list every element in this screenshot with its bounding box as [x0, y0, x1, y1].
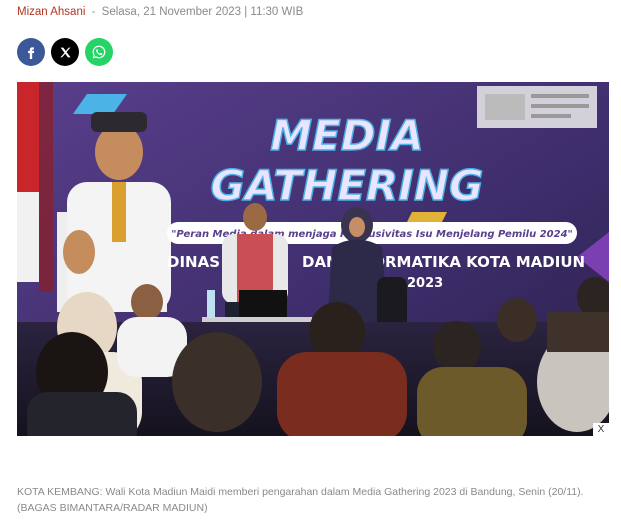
- banner-date: 2023: [407, 276, 443, 291]
- x-icon: [59, 47, 71, 57]
- banner-title-gathering: GATHERING: [210, 161, 483, 210]
- whatsapp-share-button[interactable]: [85, 38, 113, 66]
- ad-close-button[interactable]: X: [593, 423, 609, 437]
- whatsapp-icon: [92, 45, 106, 59]
- article-byline: Mizan Ahsani - Selasa, 21 November 2023 …: [17, 6, 303, 18]
- publish-date: Selasa, 21 November 2023 | 11:30 WIB: [101, 6, 304, 18]
- facebook-share-button[interactable]: [17, 38, 45, 66]
- share-bar: [17, 38, 113, 66]
- banner-title-media: MEDIA: [270, 111, 423, 160]
- photo-caption: KOTA KEMBANG: Wali Kota Madiun Maidi mem…: [17, 486, 584, 514]
- event-photo: MEDIA GATHERING "Peran Media dalam menja…: [17, 82, 609, 436]
- author-name[interactable]: Mizan Ahsani: [17, 6, 85, 18]
- x-share-button[interactable]: [51, 38, 79, 66]
- flag-red: [17, 82, 39, 192]
- byline-separator: -: [91, 6, 96, 18]
- facebook-icon: [28, 47, 35, 59]
- article-photo: MEDIA GATHERING "Peran Media dalam menja…: [17, 82, 609, 436]
- banner-org-left: DINAS: [167, 253, 220, 271]
- laptop: [239, 290, 287, 320]
